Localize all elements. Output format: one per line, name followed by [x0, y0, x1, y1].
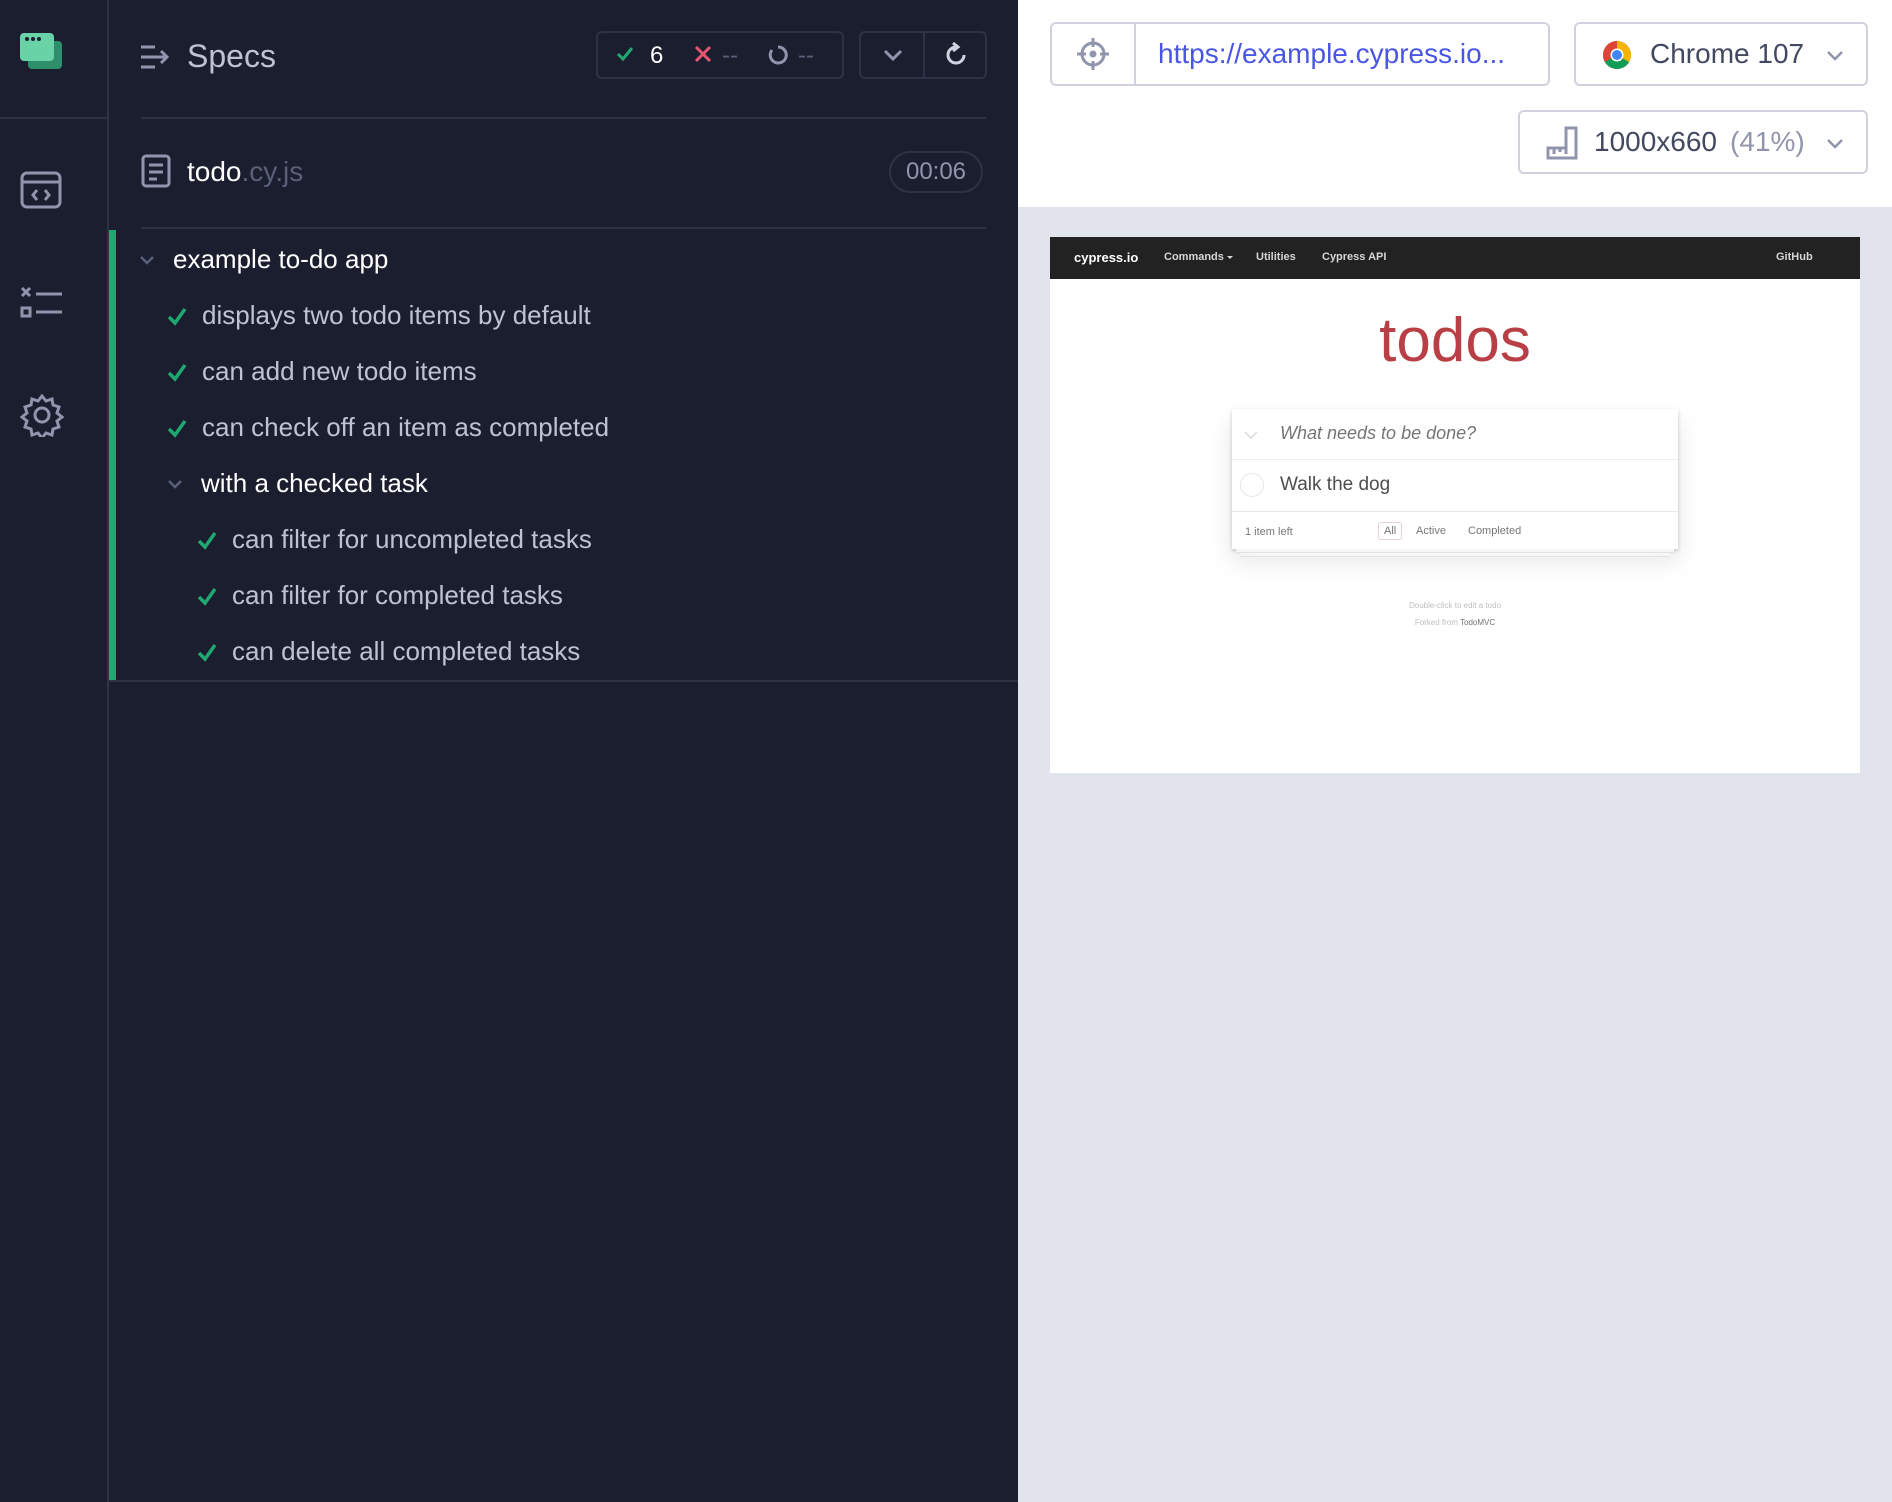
- pending-spinner-icon: [768, 45, 788, 65]
- suite-pass-indicator: [109, 230, 116, 680]
- failed-x-icon: [694, 45, 712, 63]
- test-title: can delete all completed tasks: [232, 636, 581, 666]
- suite-title: example to-do app: [173, 244, 389, 274]
- spec-file-name[interactable]: todo.cy.js: [187, 156, 303, 188]
- test-title: can filter for completed tasks: [232, 580, 563, 610]
- test-row[interactable]: can filter for completed tasks: [196, 580, 563, 611]
- todo-label[interactable]: Walk the dog: [1280, 474, 1390, 496]
- todo-toggle-checkbox[interactable]: [1240, 473, 1264, 497]
- aut-nav-github[interactable]: GitHub: [1776, 251, 1813, 263]
- spec-duration-badge: 00:06: [889, 151, 983, 193]
- toggle-all-chevron-icon[interactable]: [1244, 431, 1258, 439]
- collapse-all-button[interactable]: [861, 33, 925, 77]
- aut-navbar: cypress.io Commands Utilities Cypress AP…: [1050, 237, 1860, 279]
- aut-panel: https://example.cypress.io... Chrome 107…: [1018, 0, 1892, 1502]
- document-icon: [141, 154, 171, 188]
- header-divider: [141, 117, 986, 119]
- browser-selector[interactable]: Chrome 107: [1574, 22, 1868, 86]
- reporter-panel: Specs 6 -- -- todo.cy.js 00:06 example t…: [109, 0, 1018, 1502]
- chevron-down-icon: [1827, 139, 1843, 149]
- passed-count: 6: [650, 42, 664, 69]
- todomvc-link[interactable]: TodoMVC: [1460, 618, 1495, 627]
- spec-divider: [141, 227, 986, 229]
- pass-check-icon: [197, 643, 217, 662]
- new-todo-input[interactable]: [1278, 417, 1662, 449]
- items-left-count: 1 item left: [1245, 526, 1293, 538]
- aut-toolbar: https://example.cypress.io... Chrome 107…: [1018, 0, 1892, 207]
- crosshair-icon: [1077, 38, 1109, 70]
- spec-ext: .cy.js: [241, 156, 304, 187]
- side-nav: [0, 0, 109, 1502]
- spec-name: todo: [187, 156, 242, 187]
- reporter-controls: [859, 31, 987, 79]
- suite-with-checked-task[interactable]: with a checked task: [167, 468, 428, 499]
- test-title: can filter for uncompleted tasks: [232, 524, 592, 554]
- runnables-divider: [109, 680, 1018, 682]
- chevron-down-icon: [1827, 51, 1843, 61]
- suite-title: with a checked task: [201, 468, 428, 498]
- settings-gear-icon[interactable]: [19, 393, 65, 441]
- specs-header-title[interactable]: Specs: [187, 38, 276, 75]
- chevron-down-icon: [168, 479, 182, 489]
- chevron-down-icon: [883, 49, 903, 61]
- suite-example-todo[interactable]: example to-do app: [139, 244, 388, 275]
- aut-nav-cypress-api[interactable]: Cypress API: [1322, 251, 1386, 263]
- refresh-icon: [946, 42, 966, 65]
- selector-playground-button[interactable]: [1052, 24, 1136, 84]
- pass-check-icon: [197, 531, 217, 550]
- chrome-icon: [1603, 41, 1631, 69]
- pass-check-icon: [167, 419, 187, 438]
- viewport-scale: (41%): [1730, 126, 1805, 157]
- passed-check-icon: [616, 47, 634, 62]
- info-forked: Forked from TodoMVC: [1050, 618, 1860, 627]
- cypress-logo-icon[interactable]: [20, 33, 64, 71]
- rerun-button[interactable]: [925, 33, 985, 77]
- filter-completed[interactable]: Completed: [1468, 525, 1521, 537]
- test-row[interactable]: can delete all completed tasks: [196, 636, 580, 667]
- info-forked-text: Forked from: [1414, 618, 1461, 627]
- pass-check-icon: [197, 587, 217, 606]
- aut-iframe[interactable]: cypress.io Commands Utilities Cypress AP…: [1050, 237, 1860, 773]
- test-title: can add new todo items: [202, 356, 477, 386]
- filter-active[interactable]: Active: [1416, 525, 1446, 537]
- todo-list-item[interactable]: Walk the dog: [1232, 460, 1678, 510]
- specs-list-toggle-icon[interactable]: [141, 44, 171, 70]
- url-bar: https://example.cypress.io...: [1050, 22, 1550, 86]
- test-title: displays two todo items by default: [202, 300, 591, 330]
- pending-count: --: [798, 42, 814, 69]
- todos-title: todos: [1379, 306, 1531, 375]
- viewport-selector[interactable]: 1000x660 (41%): [1518, 110, 1868, 174]
- test-row[interactable]: can check off an item as completed: [166, 412, 609, 443]
- todo-app: Walk the dog 1 item left All Active Comp…: [1232, 409, 1678, 549]
- spec-duration: 00:06: [905, 158, 967, 185]
- viewport-size: 1000x660: [1594, 126, 1718, 157]
- chevron-down-icon: [140, 255, 154, 265]
- runs-nav-icon[interactable]: [20, 284, 64, 324]
- test-row[interactable]: can add new todo items: [166, 356, 477, 387]
- test-row[interactable]: displays two todo items by default: [166, 300, 591, 331]
- failed-count: --: [722, 42, 738, 69]
- info-edit-hint: Double-click to edit a todo: [1408, 601, 1502, 610]
- pass-check-icon: [167, 363, 187, 382]
- stats-bar: 6 -- --: [596, 31, 844, 79]
- todo-stack-shadow: [1240, 553, 1670, 557]
- aut-nav-utilities[interactable]: Utilities: [1256, 251, 1296, 263]
- caret-down-icon: [1227, 256, 1233, 259]
- aut-nav-commands[interactable]: Commands: [1164, 251, 1224, 263]
- filter-all[interactable]: All: [1378, 522, 1403, 540]
- specs-nav-icon[interactable]: [20, 170, 64, 210]
- browser-name: Chrome 107: [1650, 38, 1805, 69]
- aut-brand[interactable]: cypress.io: [1074, 250, 1138, 265]
- test-row[interactable]: can filter for uncompleted tasks: [196, 524, 592, 555]
- url-text[interactable]: https://example.cypress.io...: [1158, 38, 1505, 70]
- ruler-icon: [1546, 126, 1578, 160]
- pass-check-icon: [167, 307, 187, 326]
- test-title: can check off an item as completed: [202, 412, 610, 442]
